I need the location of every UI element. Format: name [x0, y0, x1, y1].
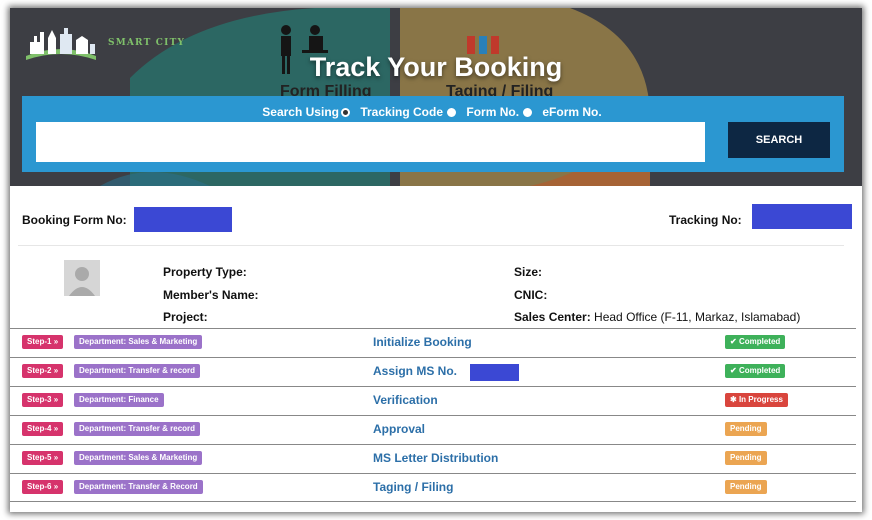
sales-center-field: Sales Center: Head Office (F-11, Markaz,…: [514, 310, 800, 324]
step-row: Step-6 » Department: Transfer & Record T…: [10, 473, 856, 502]
info-divider: [18, 245, 844, 246]
option-form-no[interactable]: Form No.: [466, 105, 519, 119]
department-badge: Department: Finance: [74, 393, 164, 407]
step-badge: Step-3 »: [22, 393, 64, 407]
department-badge: Department: Sales & Marketing: [74, 335, 203, 349]
search-using-label: Search Using: [262, 105, 339, 119]
sales-center-label: Sales Center:: [514, 310, 591, 324]
step-title: Assign MS No.: [373, 364, 458, 378]
project-label: Project:: [163, 310, 208, 324]
search-options: Search Using Tracking Code Form No. eFor…: [22, 105, 844, 119]
department-badge: Department: Transfer & record: [74, 364, 201, 378]
project-field: Project:: [163, 310, 208, 324]
check-icon: ✔: [730, 337, 737, 346]
avatar: [64, 260, 100, 296]
status-badge: ✱ In Progress: [725, 393, 788, 407]
tracking-no-label: Tracking No:: [669, 213, 742, 227]
member-name-label: Member's Name:: [163, 288, 259, 302]
member-name-field: Member's Name:: [163, 288, 259, 302]
step-title: MS Letter Distribution: [373, 451, 499, 465]
tracking-no-redacted: [752, 204, 852, 229]
search-button[interactable]: SEARCH: [728, 122, 830, 158]
department-badge: Department: Transfer & Record: [74, 480, 203, 494]
step-row: Step-5 » Department: Sales & Marketing M…: [10, 444, 856, 473]
status-badge: ✔ Completed: [725, 364, 786, 378]
sales-center-value: Head Office (F-11, Markaz, Islamabad): [594, 310, 801, 324]
gear-icon: ✱: [730, 395, 737, 404]
booking-form-no-label: Booking Form No:: [22, 213, 127, 227]
step-badge: Step-2 »: [22, 364, 64, 378]
option-eform-no[interactable]: eForm No.: [542, 105, 601, 119]
option-tracking-code[interactable]: Tracking Code: [360, 105, 443, 119]
status-badge: Pending: [725, 480, 767, 494]
cnic-field: CNIC:: [514, 288, 547, 302]
step-badge: Step-4 »: [22, 422, 64, 436]
department-badge: Department: Sales & Marketing: [74, 451, 203, 465]
step-title: Approval: [373, 422, 426, 436]
size-field: Size:: [514, 265, 542, 279]
cnic-label: CNIC:: [514, 288, 548, 302]
step-badge: Step-1 »: [22, 335, 64, 349]
step-row: Step-4 » Department: Transfer & record A…: [10, 415, 856, 444]
size-label: Size:: [514, 265, 543, 279]
booking-form-no-redacted: [134, 207, 232, 232]
step-row: Step-1 » Department: Sales & Marketing I…: [10, 328, 856, 357]
step-title: Taging / Filing: [373, 480, 454, 494]
search-panel: Search Using Tracking Code Form No. eFor…: [22, 96, 844, 172]
logo-text: SMART CITY: [108, 38, 186, 48]
status-badge: Pending: [725, 422, 767, 436]
step-title: Verification: [373, 393, 438, 407]
radio-form-no[interactable]: [523, 108, 533, 117]
radio-tracking-code[interactable]: [447, 108, 457, 117]
page-title: Track Your Booking: [309, 52, 563, 82]
step-row: Step-3 » Department: Finance Verificatio…: [10, 386, 856, 415]
step-badge: Step-6 »: [22, 480, 64, 494]
user-placeholder-icon: [69, 267, 95, 296]
department-badge: Department: Transfer & record: [74, 422, 201, 436]
property-type-field: Property Type:: [163, 265, 247, 279]
property-type-label: Property Type:: [163, 265, 247, 279]
step-badge: Step-5 »: [22, 451, 64, 465]
search-input[interactable]: [36, 122, 705, 162]
step-row: Step-2 » Department: Transfer & record A…: [10, 357, 856, 386]
ms-no-redacted: [470, 364, 519, 381]
status-badge: Pending: [725, 451, 767, 465]
hero-banner: Form Filling Taging / Filing SMART CITY …: [10, 8, 862, 186]
status-badge: ✔ Completed: [725, 335, 786, 349]
booking-tracker-window: Form Filling Taging / Filing SMART CITY …: [10, 8, 862, 512]
check-icon: ✔: [730, 366, 737, 375]
step-title: Initialize Booking: [373, 335, 472, 349]
radio-search-using[interactable]: [340, 108, 350, 117]
